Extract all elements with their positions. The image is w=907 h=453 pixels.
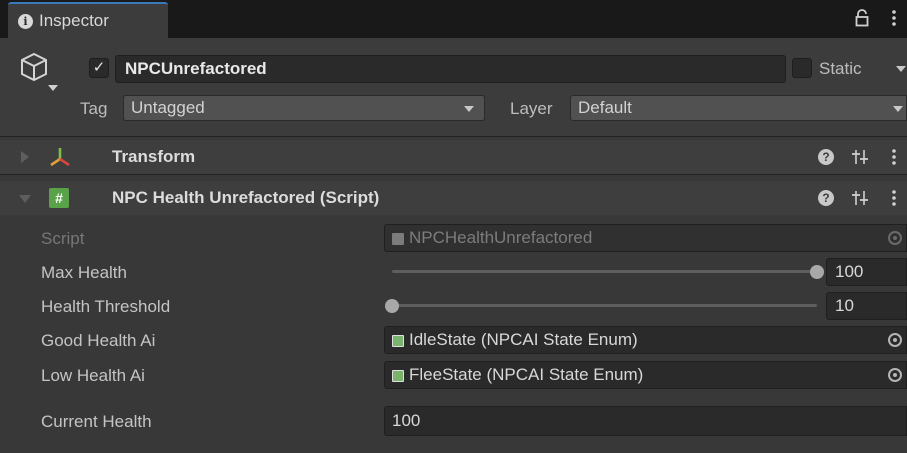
gameobject-name-field[interactable]: NPCUnrefactored (115, 55, 786, 83)
static-dropdown-caret-icon[interactable] (896, 66, 906, 72)
chevron-down-icon (893, 106, 903, 112)
static-label: Static (819, 59, 862, 78)
tag-dropdown[interactable]: Untagged (123, 95, 485, 121)
current-health-input[interactable]: 100 (384, 406, 907, 436)
layer-value: Default (578, 98, 632, 117)
tab-label: Inspector (39, 11, 109, 30)
cube-icon[interactable] (20, 52, 48, 82)
health-threshold-slider-thumb[interactable] (385, 299, 399, 313)
inspector-tab[interactable]: i Inspector (8, 2, 168, 38)
chevron-down-icon (464, 106, 474, 112)
help-icon[interactable]: ? (818, 190, 834, 206)
presets-sliders-icon[interactable] (851, 148, 869, 166)
csharp-script-icon: # (49, 188, 69, 208)
foldout-expanded-icon[interactable] (19, 195, 31, 203)
max-health-slider-thumb[interactable] (810, 265, 824, 279)
health-threshold-input[interactable]: 10 (826, 292, 907, 320)
low-health-ai-value: FleeState (NPCAI State Enum) (409, 365, 644, 384)
tag-value: Untagged (131, 98, 205, 117)
inspector-tab-bar: i Inspector (0, 0, 907, 38)
low-health-ai-label: Low Health Ai (41, 366, 145, 385)
tag-label: Tag (80, 99, 108, 118)
max-health-slider[interactable] (392, 270, 817, 273)
active-checkbox[interactable]: ✓ (89, 58, 109, 78)
lock-icon[interactable] (855, 9, 869, 27)
max-health-input[interactable]: 100 (826, 258, 907, 286)
foldout-collapsed-icon[interactable] (21, 151, 29, 163)
transform-component-header[interactable]: Transform ? (0, 140, 907, 174)
script-value: NPCHealthUnrefactored (409, 228, 593, 247)
static-checkbox[interactable] (792, 58, 812, 78)
low-health-ai-field[interactable]: FleeState (NPCAI State Enum) (384, 361, 907, 389)
good-health-ai-value: IdleState (NPCAI State Enum) (409, 330, 638, 349)
script-asset-icon (392, 233, 404, 245)
max-health-label: Max Health (41, 263, 127, 282)
divider (0, 174, 907, 175)
good-health-ai-label: Good Health Ai (41, 331, 156, 350)
component-title: NPC Health Unrefactored (Script) (112, 188, 380, 207)
health-threshold-slider[interactable] (392, 304, 817, 307)
component-title: Transform (112, 147, 196, 166)
kebab-menu-icon[interactable] (891, 147, 897, 167)
script-label: Script (41, 229, 85, 248)
health-threshold-label: Health Threshold (41, 297, 171, 316)
object-picker-icon[interactable] (888, 333, 902, 347)
kebab-menu-icon[interactable] (891, 8, 897, 28)
object-picker-icon[interactable] (888, 368, 902, 382)
icon-dropdown-caret-icon[interactable] (48, 85, 58, 91)
script-component-header[interactable]: # NPC Health Unrefactored (Script) ? (0, 181, 907, 215)
current-health-label: Current Health (41, 412, 152, 431)
object-picker-icon (888, 231, 902, 245)
good-health-ai-field[interactable]: IdleState (NPCAI State Enum) (384, 326, 907, 354)
kebab-menu-icon[interactable] (891, 188, 897, 208)
scriptable-object-icon (392, 370, 404, 382)
layer-dropdown[interactable]: Default (570, 95, 907, 121)
layer-label: Layer (510, 99, 553, 118)
divider (0, 136, 907, 137)
transform-axes-icon (50, 148, 70, 167)
presets-sliders-icon[interactable] (851, 189, 869, 207)
gameobject-header (0, 38, 907, 136)
help-icon[interactable]: ? (818, 149, 834, 165)
info-icon: i (18, 13, 33, 29)
scriptable-object-icon (392, 335, 404, 347)
script-reference-field: NPCHealthUnrefactored (384, 224, 907, 252)
